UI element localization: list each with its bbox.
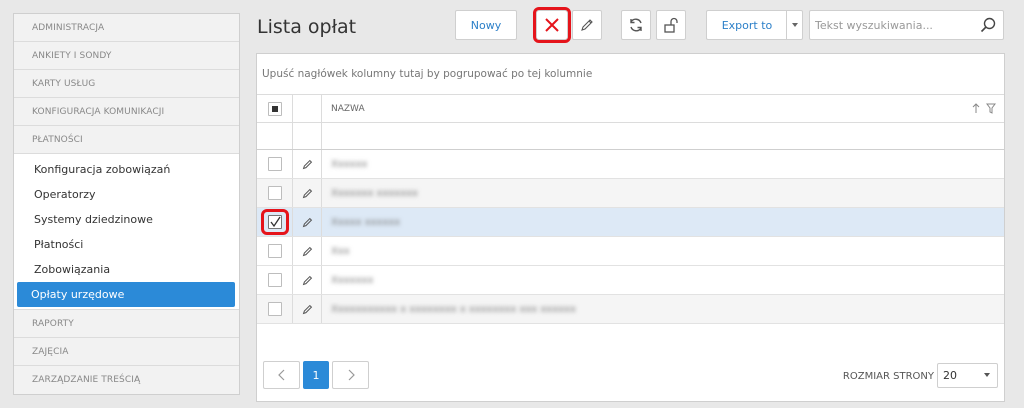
pager-next-button[interactable] xyxy=(332,361,369,389)
sidebar-item-systemy-dziedzinowe[interactable]: Systemy dziedzinowe xyxy=(17,207,235,232)
row-checkbox-checked[interactable] xyxy=(267,215,282,229)
new-button[interactable]: Nowy xyxy=(455,10,517,40)
refresh-icon xyxy=(630,18,642,32)
pencil-icon[interactable] xyxy=(302,275,313,286)
table-row[interactable]: Xxxxxxx xxxxxxx xyxy=(257,179,1004,208)
sidebar-section-administracja[interactable]: ADMINISTRACJA xyxy=(14,14,239,42)
sidebar-section-zajecia[interactable]: ZAJĘCIA xyxy=(14,338,239,366)
chevron-right-icon xyxy=(348,369,355,381)
new-button-label: Nowy xyxy=(470,18,502,32)
table-row[interactable]: Xxxxxx xyxy=(257,150,1004,179)
row-checkbox[interactable] xyxy=(267,244,282,258)
sidebar-section-konfiguracja-komunikacji[interactable]: KONFIGURACJA KOMUNIKACJI xyxy=(14,98,239,126)
sidebar-item-zobowiazania[interactable]: Zobowiązania xyxy=(17,257,235,282)
delete-button[interactable] xyxy=(533,7,571,43)
search-icon[interactable] xyxy=(979,16,997,34)
sidebar-item-konfiguracja-zobowiazan[interactable]: Konfiguracja zobowiązań xyxy=(17,157,235,182)
page-title: Lista opłat xyxy=(257,16,357,38)
sidebar-item-oplaty-urzedowe[interactable]: Opłaty urzędowe xyxy=(17,282,235,307)
chevron-left-icon xyxy=(277,369,284,381)
row-checkbox[interactable] xyxy=(267,273,282,287)
pager-page-current[interactable]: 1 xyxy=(303,361,329,389)
pencil-icon[interactable] xyxy=(302,304,313,315)
filter-icon[interactable] xyxy=(986,103,996,114)
filter-row xyxy=(257,123,1004,150)
sidebar-item-platnosci[interactable]: Płatności xyxy=(17,232,235,257)
column-header-label: NAZWA xyxy=(331,103,365,114)
column-header-nazwa[interactable]: NAZWA xyxy=(322,95,1004,122)
export-dropdown-toggle[interactable] xyxy=(786,10,803,40)
select-all-cell xyxy=(257,95,293,122)
search-input[interactable] xyxy=(810,11,970,39)
sidebar: ADMINISTRACJA ANKIETY I SONDY KARTY USŁU… xyxy=(13,13,240,395)
sidebar-item-operatorzy[interactable]: Operatorzy xyxy=(17,182,235,207)
edit-column-header xyxy=(293,95,322,122)
sidebar-section-platnosci[interactable]: PŁATNOŚCI xyxy=(14,126,239,154)
unlock-button[interactable] xyxy=(656,10,686,40)
pencil-icon[interactable] xyxy=(302,159,313,170)
row-name: Xxxxxxx xyxy=(331,274,374,286)
group-panel[interactable]: Upuść nagłówek kolumny tutaj by pogrupow… xyxy=(257,54,1004,95)
column-header-icons xyxy=(972,103,996,114)
search-box xyxy=(809,10,1004,40)
sidebar-section-zarzadzanie-trescia[interactable]: ZARZĄDZANIE TREŚCIĄ xyxy=(14,366,239,394)
pencil-icon xyxy=(581,19,593,31)
sidebar-submenu-platnosci: Konfiguracja zobowiązań Operatorzy Syste… xyxy=(14,154,239,310)
table-row[interactable]: Xxxxxxx xyxy=(257,266,1004,295)
table-row-selected[interactable]: Xxxxx xxxxxx xyxy=(257,208,1004,237)
pager: 1 xyxy=(263,361,372,389)
pencil-icon[interactable] xyxy=(302,246,313,257)
refresh-button[interactable] xyxy=(621,10,651,40)
data-grid: Upuść nagłówek kolumny tutaj by pogrupow… xyxy=(256,53,1005,402)
pager-prev-button[interactable] xyxy=(263,361,300,389)
select-all-checkbox[interactable] xyxy=(267,101,282,116)
row-name: Xxx xyxy=(331,245,350,257)
row-name: Xxxxxxx xxxxxxx xyxy=(331,187,418,199)
page-size-select[interactable]: 20 xyxy=(937,363,998,388)
row-checkbox[interactable] xyxy=(267,186,282,200)
row-checkbox[interactable] xyxy=(267,157,282,171)
row-name: Xxxxx xxxxxx xyxy=(331,216,401,228)
pencil-icon[interactable] xyxy=(302,188,313,199)
sidebar-section-karty-uslug[interactable]: KARTY USŁUG xyxy=(14,70,239,98)
page-size-value: 20 xyxy=(943,369,957,382)
page-size-label: ROZMIAR STRONY xyxy=(842,371,934,382)
export-button-label: Export to xyxy=(721,18,773,32)
sort-up-icon[interactable] xyxy=(972,103,980,114)
pencil-icon[interactable] xyxy=(302,217,313,228)
grid-header-row: NAZWA xyxy=(257,95,1004,123)
row-name: Xxxxxx xyxy=(331,158,368,170)
table-row[interactable]: Xxx xyxy=(257,237,1004,266)
table-row[interactable]: Xxxxxxxxxxx x xxxxxxxx x xxxxxxxx xxx xx… xyxy=(257,295,1004,324)
check-icon xyxy=(269,216,281,228)
chevron-down-icon xyxy=(984,373,990,377)
row-checkbox[interactable] xyxy=(267,302,282,316)
chevron-down-icon xyxy=(791,23,798,27)
unlock-icon xyxy=(664,17,678,33)
close-icon xyxy=(545,18,559,32)
sidebar-section-ankiety[interactable]: ANKIETY I SONDY xyxy=(14,42,239,70)
selected-checkbox-highlight xyxy=(260,209,289,235)
filter-cell-nazwa[interactable] xyxy=(322,123,1004,149)
filter-cell-edit xyxy=(293,123,322,149)
edit-button[interactable] xyxy=(572,10,602,40)
export-button[interactable]: Export to xyxy=(706,10,787,40)
filter-cell-select xyxy=(257,123,293,149)
sidebar-section-raporty[interactable]: RAPORTY xyxy=(14,310,239,338)
row-name: Xxxxxxxxxxx x xxxxxxxx x xxxxxxxx xxx xx… xyxy=(331,303,576,315)
